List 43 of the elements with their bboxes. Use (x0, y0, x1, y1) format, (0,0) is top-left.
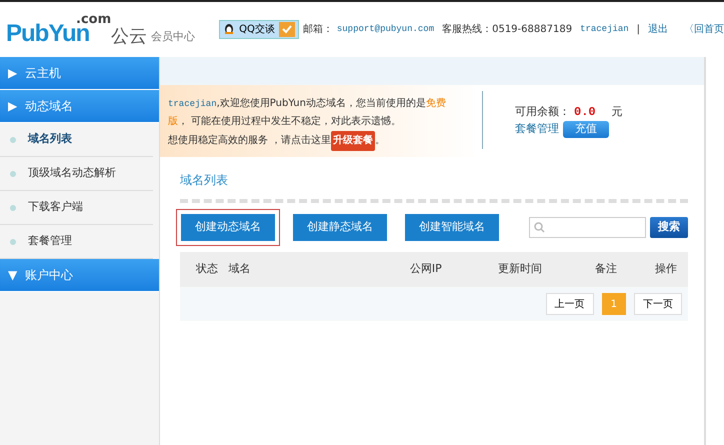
next-page-button[interactable]: 下一页 (634, 293, 682, 315)
period-text: 。 (375, 135, 386, 146)
separator-text: | (636, 23, 640, 37)
sidebar-item[interactable]: 域名列表 (0, 123, 153, 157)
currency-unit: 元 (612, 105, 623, 118)
column-header: 更新时间 (497, 261, 544, 278)
email-link[interactable]: support@pubyun.com (336, 22, 434, 36)
upgrade-prompt: 想使用稳定高效的服务 ，请点击这里 (168, 135, 332, 146)
column-header: 公网IP (408, 261, 443, 278)
checkmark-icon (278, 22, 295, 37)
create-button[interactable]: 创建动态域名 (176, 209, 280, 246)
sidebar-section[interactable]: ▼ 账户中心 (0, 259, 159, 292)
home-link[interactable]: 〈回首页 (684, 22, 724, 37)
balance-label: 可用余额： (515, 105, 570, 118)
sidebar-section[interactable]: ▶ 动态域名 (0, 90, 159, 123)
column-header: 域名 (228, 261, 252, 278)
column-header: 状态 (195, 261, 219, 278)
sidebar-section[interactable]: ▶ 云主机 (0, 57, 159, 90)
logo-text: 公云 (111, 25, 148, 49)
welcome-text: tracejian,欢迎您使用PubYun动态域名，您当前使用的是免费版， 可能在使用过程中发生不稳定，对此表示遗憾。 (168, 96, 447, 129)
logout-link[interactable]: 退出 (648, 22, 668, 37)
sidebar-item[interactable]: 顶级域名动态解析 (0, 157, 153, 191)
search-field[interactable] (529, 217, 646, 238)
previous-page-button[interactable]: 上一页 (546, 293, 594, 315)
bullet-icon (10, 170, 16, 176)
column-header: 备注 (594, 261, 618, 278)
bullet-icon (10, 136, 16, 142)
hotline-text: 客服热线：0519-68887189 (442, 22, 572, 37)
bullet-icon (10, 204, 16, 210)
search-button[interactable]: 搜索 (650, 217, 688, 238)
plan-management-link[interactable]: 套餐管理 (515, 121, 559, 138)
column-header: 操作 (654, 261, 678, 278)
section-title: 域名列表 (180, 172, 229, 189)
bullet-icon (10, 238, 16, 244)
email-label: 邮箱： (302, 22, 333, 37)
upgrade-button[interactable]: 升级套餐 (331, 131, 376, 151)
username-link[interactable]: tracejian (580, 22, 629, 36)
subtitle: 会员中心 (151, 29, 196, 46)
balance-amount: 0.0 (574, 105, 596, 119)
qq-chat-button[interactable]: QQ交谈 (219, 20, 299, 39)
recharge-button[interactable]: 充值 (563, 121, 609, 138)
sidebar-item[interactable]: 下载客户端 (0, 191, 153, 225)
penguin-icon (223, 22, 236, 37)
